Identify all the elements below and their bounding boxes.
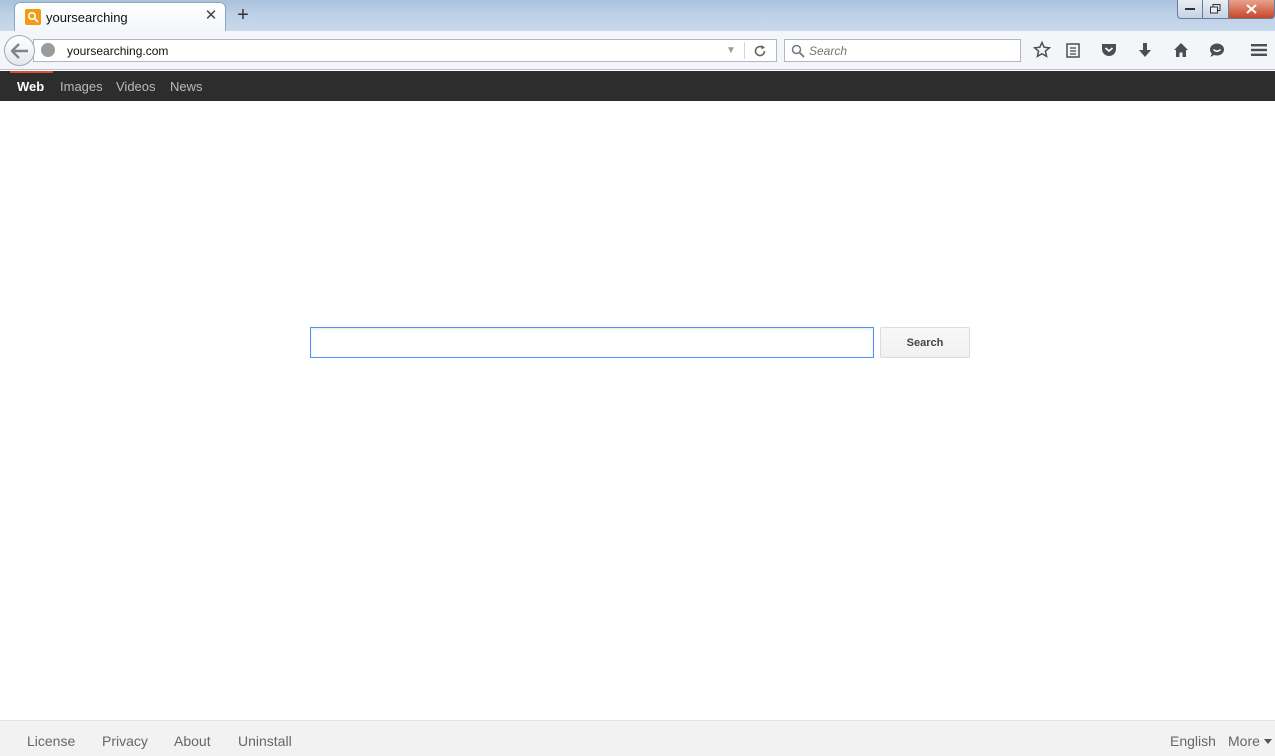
home-icon[interactable]: [1171, 40, 1191, 60]
url-history-dropdown-icon[interactable]: ▼: [724, 44, 738, 58]
nav-videos[interactable]: Videos: [116, 79, 156, 94]
back-arrow-icon: [11, 43, 28, 59]
tab-title: yoursearching: [46, 10, 128, 25]
footer-about-link[interactable]: About: [174, 733, 211, 749]
footer-language-link[interactable]: English: [1170, 733, 1216, 749]
address-text[interactable]: yoursearching.com: [67, 44, 168, 58]
search-category-nav: Web Images Videos News: [0, 71, 1275, 101]
footer-more-menu[interactable]: More: [1228, 733, 1272, 749]
close-window-button[interactable]: [1229, 0, 1275, 19]
search-icon: [791, 44, 805, 58]
active-tab-indicator: [10, 71, 53, 73]
url-separator: [744, 42, 745, 59]
nav-news[interactable]: News: [170, 79, 203, 94]
downloads-icon[interactable]: [1135, 40, 1155, 60]
browser-search-input[interactable]: [809, 42, 1014, 59]
minimize-window-button[interactable]: [1177, 0, 1203, 19]
globe-icon: [41, 43, 55, 57]
new-tab-button[interactable]: +: [233, 5, 253, 25]
footer-more-label: More: [1228, 733, 1260, 749]
search-input[interactable]: [310, 327, 874, 358]
window-controls: [1177, 0, 1275, 20]
hello-chat-icon[interactable]: [1207, 40, 1227, 60]
footer: License Privacy About Uninstall English …: [0, 720, 1275, 756]
nav-images[interactable]: Images: [60, 79, 103, 94]
site-favicon-icon: [25, 9, 41, 25]
restore-icon: [1210, 4, 1221, 14]
close-window-icon: [1246, 4, 1257, 14]
browser-tab[interactable]: yoursearching ✕: [14, 2, 226, 31]
title-bar: yoursearching ✕ +: [0, 0, 1275, 31]
minimize-icon: [1185, 8, 1195, 10]
hamburger-menu-icon[interactable]: [1249, 40, 1269, 60]
browser-toolbar: yoursearching.com ▼: [0, 31, 1275, 70]
browser-search-box[interactable]: [784, 39, 1021, 62]
address-bar[interactable]: yoursearching.com ▼: [33, 39, 777, 62]
bookmarks-menu-icon[interactable]: [1063, 40, 1083, 60]
reload-icon[interactable]: [752, 43, 768, 59]
back-button[interactable]: [4, 35, 35, 66]
nav-web[interactable]: Web: [17, 79, 44, 94]
restore-window-button[interactable]: [1203, 0, 1229, 19]
footer-license-link[interactable]: License: [27, 733, 75, 749]
search-button[interactable]: Search: [880, 327, 970, 358]
close-tab-icon[interactable]: ✕: [203, 8, 219, 24]
caret-down-icon: [1263, 739, 1272, 744]
footer-uninstall-link[interactable]: Uninstall: [238, 733, 292, 749]
bookmark-star-icon[interactable]: [1032, 40, 1052, 60]
footer-privacy-link[interactable]: Privacy: [102, 733, 148, 749]
pocket-icon[interactable]: [1099, 40, 1119, 60]
